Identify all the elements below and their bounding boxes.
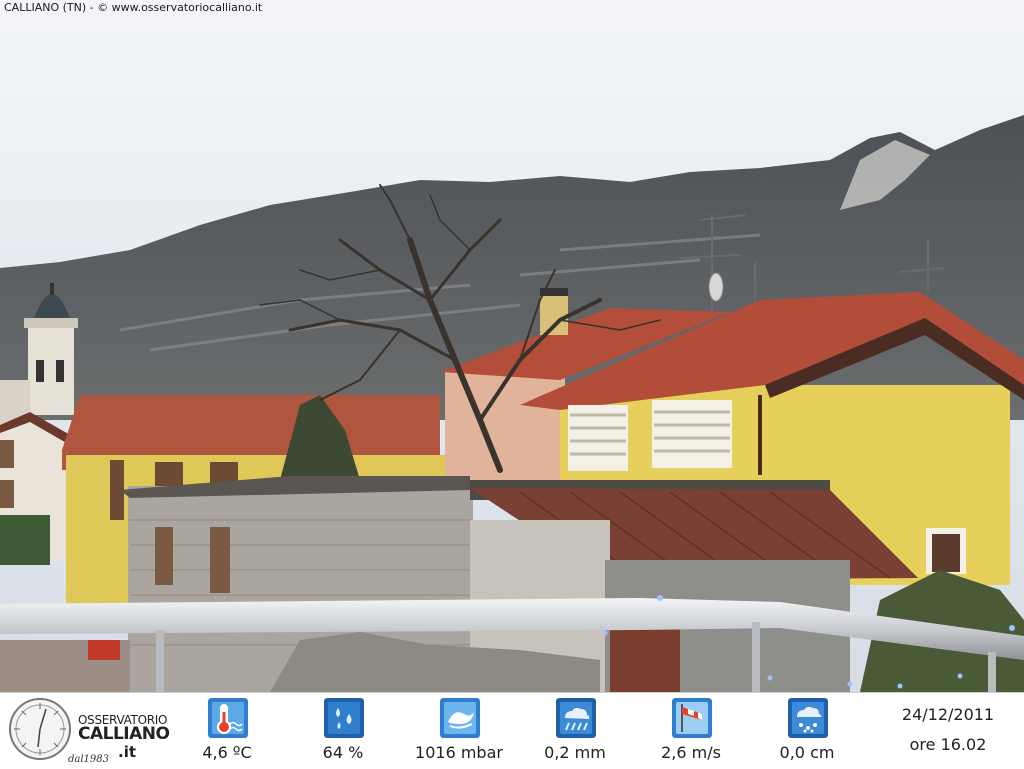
rain-cloud-icon bbox=[556, 698, 596, 738]
logo-text-since: dal1983 bbox=[68, 754, 110, 765]
wind-reading: 2,6 m/s bbox=[636, 693, 746, 769]
time-value: ore 16.02 bbox=[909, 735, 987, 754]
rain-value: 0,2 mm bbox=[544, 743, 606, 762]
snow-value: 0,0 cm bbox=[779, 743, 835, 762]
pressure-value: 1016 mbar bbox=[415, 743, 503, 762]
webcam-caption: CALLIANO (TN) - © www.osservatoriocallia… bbox=[4, 1, 263, 14]
webcam-image bbox=[0, 0, 1024, 692]
humidity-reading: 64 % bbox=[288, 693, 398, 769]
weather-info-bar: OSSERVATORIO CALLIANO .it dal1983 4,6 ºC… bbox=[0, 692, 1024, 768]
temperature-value: 4,6 ºC bbox=[202, 743, 252, 762]
wind-value: 2,6 m/s bbox=[661, 743, 721, 762]
thermometer-icon bbox=[208, 698, 248, 738]
sundial-icon bbox=[9, 698, 71, 760]
satellite-dish bbox=[708, 272, 724, 302]
observatory-logo: OSSERVATORIO CALLIANO .it dal1983 bbox=[2, 693, 170, 769]
pressure-reading: 1016 mbar bbox=[404, 693, 514, 769]
red-tub bbox=[88, 640, 120, 660]
logo-text-domain: .it bbox=[118, 743, 137, 761]
windsock-icon bbox=[672, 698, 712, 738]
logo-text-calliano: CALLIANO bbox=[78, 724, 170, 744]
datetime-stamp: 24/12/2011 ore 16.02 bbox=[880, 693, 1016, 769]
snow-reading: 0,0 cm bbox=[752, 693, 862, 769]
pressure-wave-icon bbox=[440, 698, 480, 738]
rain-reading: 0,2 mm bbox=[520, 693, 630, 769]
snow-cloud-icon bbox=[788, 698, 828, 738]
humidity-value: 64 % bbox=[322, 743, 364, 762]
temperature-reading: 4,6 ºC bbox=[172, 693, 282, 769]
water-drops-icon bbox=[324, 698, 364, 738]
date-value: 24/12/2011 bbox=[901, 705, 995, 724]
